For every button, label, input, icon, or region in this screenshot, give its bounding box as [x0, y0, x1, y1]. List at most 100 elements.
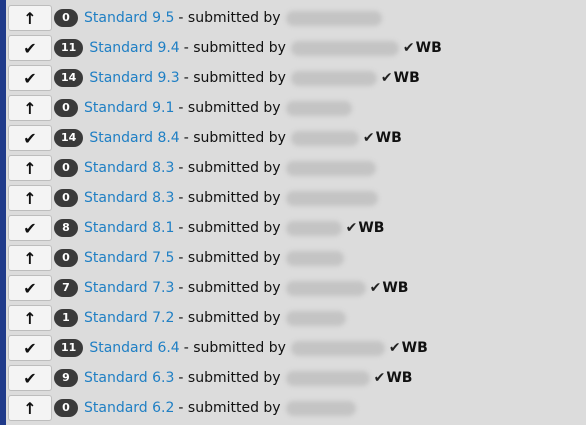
redacted-author-name — [290, 340, 385, 356]
submitted-by-text: - submitted by — [178, 190, 281, 206]
upvote-button[interactable]: ↑ — [8, 155, 52, 181]
list-item: ↑ 1 Standard 7.2- submitted by — [6, 303, 586, 333]
vote-count-badge: 0 — [54, 9, 78, 27]
wb-approval-tag: ✔WB — [346, 220, 385, 236]
standard-link[interactable]: Standard 6.2 — [84, 400, 174, 416]
check-icon: ✔ — [380, 70, 393, 86]
upvote-button[interactable]: ↑ — [8, 245, 52, 271]
standard-link[interactable]: Standard 9.3 — [89, 70, 179, 86]
arrow-up-icon: ↑ — [23, 248, 37, 268]
list-item: ↑ 0 Standard 8.3- submitted by — [6, 153, 586, 183]
standard-link[interactable]: Standard 6.3 — [84, 370, 174, 386]
wb-label: WB — [415, 40, 442, 56]
list-item: ✔ 8 Standard 8.1- submitted by ✔WB — [6, 213, 586, 243]
check-icon: ✔ — [23, 218, 37, 238]
redacted-author-name — [285, 370, 370, 386]
redacted-author-name — [285, 280, 366, 296]
wb-label: WB — [401, 340, 428, 356]
redacted-author-name — [285, 10, 382, 26]
vote-count-badge: 1 — [54, 309, 78, 327]
submitted-by-text: - submitted by — [178, 160, 281, 176]
list-item-content: 0 Standard 8.3- submitted by — [54, 183, 378, 213]
list-item: ✔ 14 Standard 9.3- submitted by ✔WB — [6, 63, 586, 93]
submitted-by-text: - submitted by — [183, 40, 286, 56]
check-icon: ✔ — [373, 370, 386, 386]
list-item: ↑ 0 Standard 8.3- submitted by — [6, 183, 586, 213]
voted-check-button[interactable]: ✔ — [8, 215, 52, 241]
submitted-by-text: - submitted by — [178, 220, 281, 236]
voted-check-button[interactable]: ✔ — [8, 365, 52, 391]
standard-link[interactable]: Standard 8.3 — [84, 190, 174, 206]
redacted-author-name — [285, 100, 352, 116]
list-item-content: 0 Standard 9.1- submitted by — [54, 93, 352, 123]
redacted-author-name — [290, 130, 359, 146]
list-item-content: 11 Standard 9.4- submitted by ✔WB — [54, 33, 442, 63]
arrow-up-icon: ↑ — [23, 308, 37, 328]
list-item-content: 14 Standard 9.3- submitted by ✔WB — [54, 63, 420, 93]
voted-check-button[interactable]: ✔ — [8, 125, 52, 151]
upvote-button[interactable]: ↑ — [8, 395, 52, 421]
list-item-content: 8 Standard 8.1- submitted by ✔WB — [54, 213, 384, 243]
list-item: ✔ 14 Standard 8.4- submitted by ✔WB — [6, 123, 586, 153]
redacted-author-name — [290, 40, 399, 56]
vote-count-badge: 9 — [54, 369, 78, 387]
check-icon: ✔ — [388, 340, 401, 356]
standard-link[interactable]: Standard 6.4 — [89, 340, 179, 356]
wb-approval-tag: ✔WB — [363, 130, 402, 146]
vote-count-badge: 14 — [54, 69, 84, 87]
submitted-by-text: - submitted by — [178, 100, 281, 116]
wb-approval-tag: ✔WB — [389, 340, 428, 356]
redacted-author-name — [290, 70, 377, 86]
voted-check-button[interactable]: ✔ — [8, 335, 52, 361]
wb-label: WB — [386, 370, 413, 386]
list-item-content: 7 Standard 7.3- submitted by ✔WB — [54, 273, 408, 303]
check-icon: ✔ — [23, 278, 37, 298]
standard-link[interactable]: Standard 7.3 — [84, 280, 174, 296]
vote-count-badge: 8 — [54, 219, 78, 237]
vote-count-badge: 11 — [54, 39, 84, 57]
submitted-by-text: - submitted by — [178, 370, 281, 386]
list-item: ✔ 7 Standard 7.3- submitted by ✔WB — [6, 273, 586, 303]
vote-count-badge: 0 — [54, 399, 78, 417]
voted-check-button[interactable]: ✔ — [8, 65, 52, 91]
standard-link[interactable]: Standard 9.1 — [84, 100, 174, 116]
vote-count-badge: 0 — [54, 159, 78, 177]
check-icon: ✔ — [23, 128, 37, 148]
upvote-button[interactable]: ↑ — [8, 185, 52, 211]
standard-link[interactable]: Standard 8.1 — [84, 220, 174, 236]
check-icon: ✔ — [23, 38, 37, 58]
check-icon: ✔ — [23, 338, 37, 358]
submission-list: ↑ 0 Standard 9.5- submitted by ✔ 11 Standard … — [6, 0, 586, 425]
standard-link[interactable]: Standard 8.4 — [89, 130, 179, 146]
vote-count-badge: 7 — [54, 279, 78, 297]
list-item-content: 11 Standard 6.4- submitted by ✔WB — [54, 333, 428, 363]
submitted-by-text: - submitted by — [183, 70, 286, 86]
redacted-author-name — [285, 190, 378, 206]
redacted-author-name — [285, 400, 356, 416]
list-item: ↑ 0 Standard 6.2- submitted by — [6, 393, 586, 423]
wb-label: WB — [393, 70, 420, 86]
upvote-button[interactable]: ↑ — [8, 305, 52, 331]
upvote-button[interactable]: ↑ — [8, 5, 52, 31]
submitted-by-text: - submitted by — [183, 130, 286, 146]
standard-link[interactable]: Standard 7.5 — [84, 250, 174, 266]
list-item: ✔ 9 Standard 6.3- submitted by ✔WB — [6, 363, 586, 393]
voted-check-button[interactable]: ✔ — [8, 35, 52, 61]
arrow-up-icon: ↑ — [23, 8, 37, 28]
standard-link[interactable]: Standard 7.2 — [84, 310, 174, 326]
vote-count-badge: 0 — [54, 99, 78, 117]
redacted-author-name — [285, 310, 346, 326]
upvote-button[interactable]: ↑ — [8, 95, 52, 121]
submitted-by-text: - submitted by — [183, 340, 286, 356]
standard-link[interactable]: Standard 8.3 — [84, 160, 174, 176]
standard-link[interactable]: Standard 9.5 — [84, 10, 174, 26]
voted-check-button[interactable]: ✔ — [8, 275, 52, 301]
list-item-content: 9 Standard 6.3- submitted by ✔WB — [54, 363, 412, 393]
list-item-content: 0 Standard 7.5- submitted by — [54, 243, 344, 273]
arrow-up-icon: ↑ — [23, 398, 37, 418]
check-icon: ✔ — [23, 368, 37, 388]
redacted-author-name — [285, 160, 376, 176]
vote-count-badge: 11 — [54, 339, 84, 357]
standard-link[interactable]: Standard 9.4 — [89, 40, 179, 56]
arrow-up-icon: ↑ — [23, 98, 37, 118]
